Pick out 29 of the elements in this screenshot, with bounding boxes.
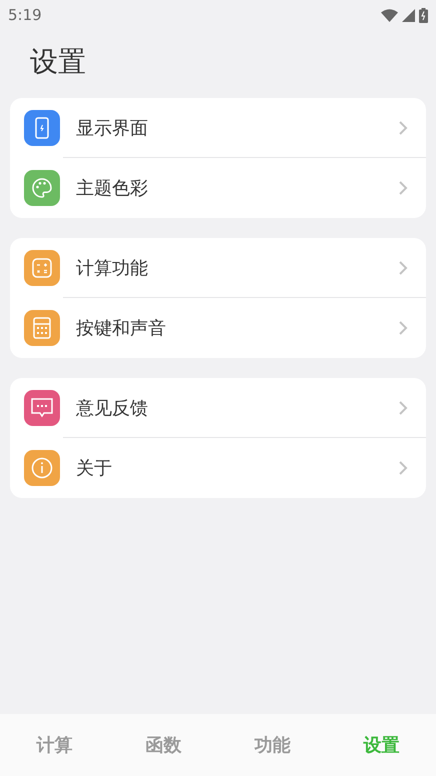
- chat-icon: [30, 397, 54, 419]
- chevron-right-icon: [398, 180, 408, 196]
- item-label: 计算功能: [76, 257, 149, 280]
- page-title: 设置: [30, 44, 87, 80]
- calculator-operators-icon: [32, 258, 52, 278]
- settings-item[interactable]: 显示界面: [10, 98, 426, 158]
- calculator-icon: [33, 317, 51, 339]
- settings-item[interactable]: 关于: [10, 438, 426, 498]
- item-label: 显示界面: [76, 117, 149, 140]
- palette-icon: [31, 177, 53, 199]
- item-label: 意见反馈: [76, 397, 149, 420]
- chevron-right-icon: [398, 400, 408, 416]
- battery-icon: [419, 8, 428, 22]
- settings-item[interactable]: 计算功能: [10, 238, 426, 298]
- chevron-right-icon: [398, 320, 408, 336]
- phone-icon: [35, 117, 49, 139]
- settings-item[interactable]: 主题色彩: [10, 158, 426, 218]
- chevron-right-icon: [398, 120, 408, 136]
- signal-icon: [402, 8, 415, 22]
- item-label: 关于: [76, 457, 113, 480]
- item-label: 按键和声音: [76, 317, 167, 340]
- settings-item[interactable]: 按键和声音: [10, 298, 426, 358]
- settings-item[interactable]: 意见反馈: [10, 378, 426, 438]
- status-time: 5:19: [8, 6, 42, 24]
- chevron-right-icon: [398, 260, 408, 276]
- info-icon: [31, 457, 53, 479]
- chevron-right-icon: [398, 460, 408, 476]
- item-label: 主题色彩: [76, 177, 149, 200]
- wifi-icon: [381, 8, 398, 22]
